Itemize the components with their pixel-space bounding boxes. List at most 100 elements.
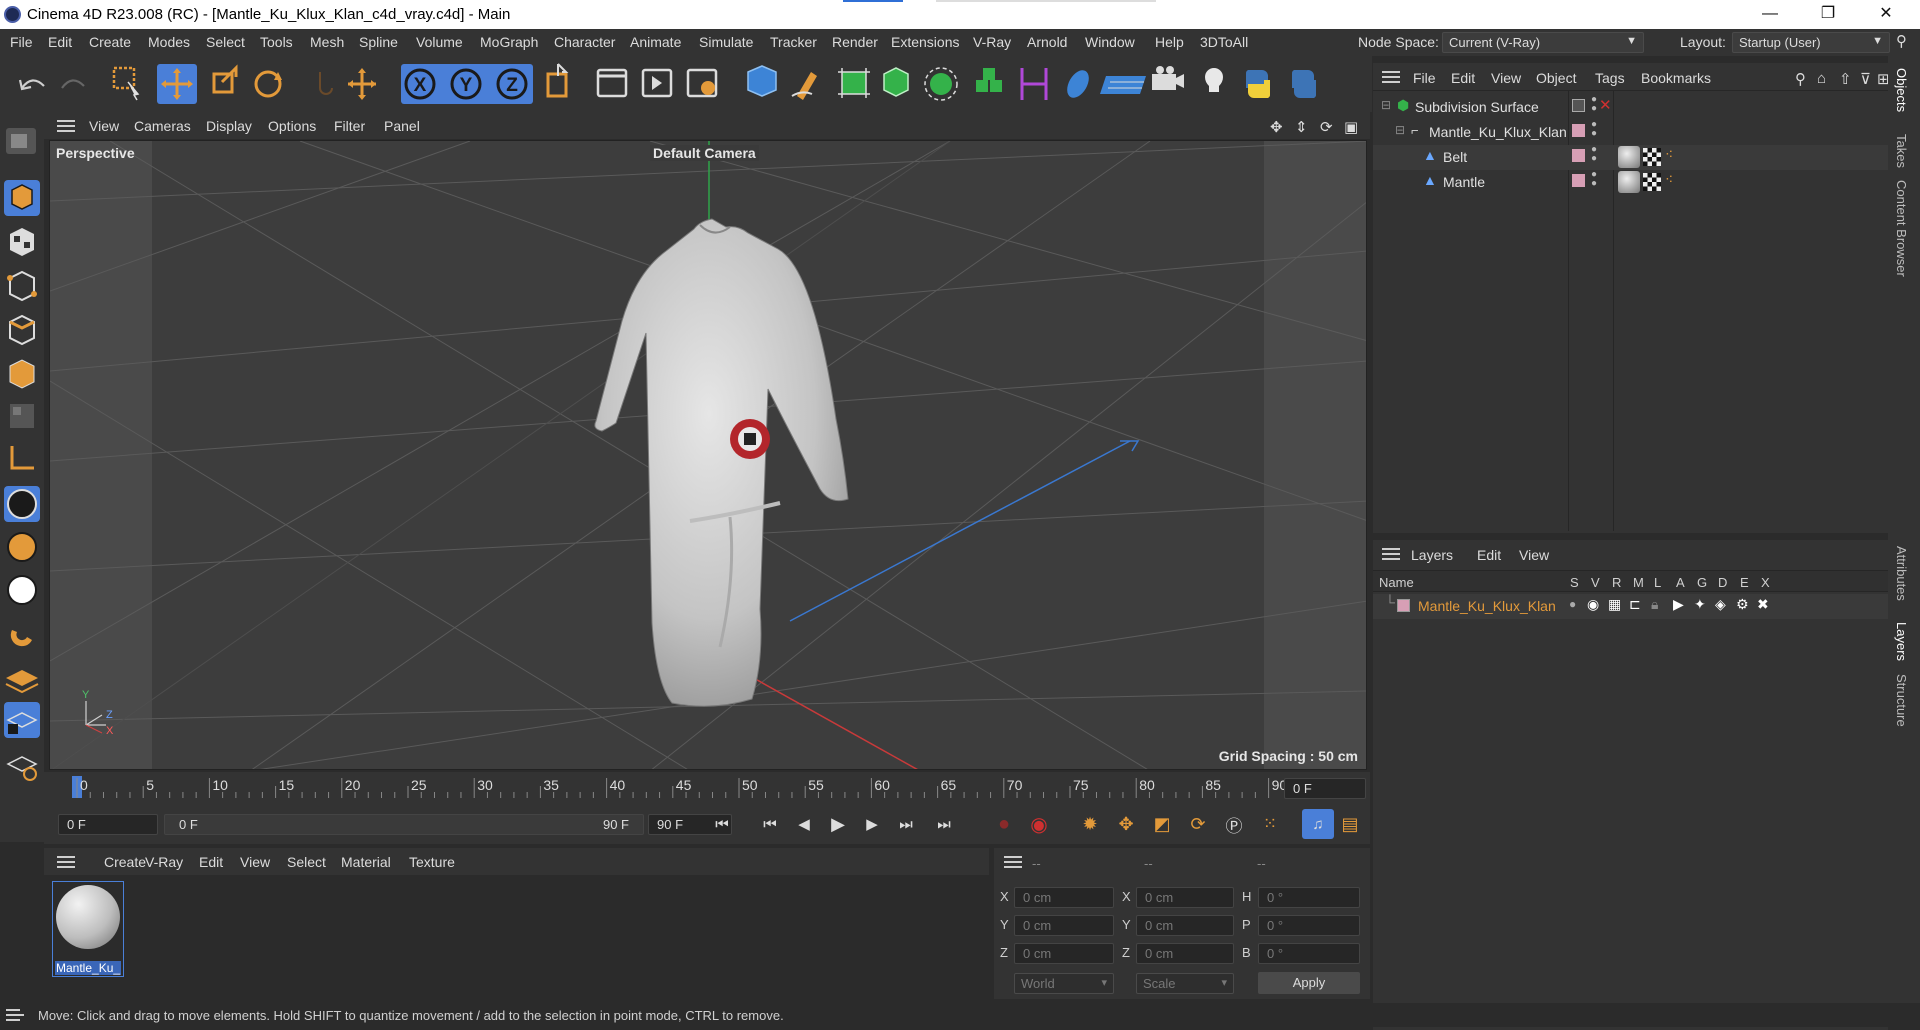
x-axis-lock-button[interactable] [401,65,439,103]
layers-menu-layers[interactable]: Layers [1411,547,1453,563]
size-x-field[interactable]: 0 cm [1136,887,1234,908]
transform-button[interactable] [343,65,381,103]
cube-object-button[interactable] [743,65,781,103]
pen-spline-button[interactable] [788,65,826,103]
menu-character[interactable]: Character [554,34,615,50]
cloner-button[interactable] [968,65,1006,103]
record-icon[interactable]: ● [992,812,1016,836]
apply-button[interactable]: Apply [1258,972,1360,994]
collapse-icon[interactable]: ⊟ [1395,123,1405,137]
menu-file[interactable]: File [10,34,33,50]
parameter-key-icon[interactable]: Ⓟ [1222,812,1246,836]
layers-menu-edit[interactable]: Edit [1477,547,1501,563]
y-axis-lock-button[interactable] [447,65,485,103]
objects-menu-view[interactable]: View [1491,70,1521,86]
selection-tag-icon[interactable]: ⁖ [1665,146,1673,163]
viewport-menu-cameras[interactable]: Cameras [134,118,191,134]
dolly-icon[interactable]: ⇕ [1295,118,1308,136]
filter-icon[interactable]: ⊽ [1860,70,1871,88]
menu-render[interactable]: Render [832,34,878,50]
model-mode-button[interactable] [4,180,40,216]
generator-icon[interactable]: ✦ [1694,596,1706,613]
layer-color-swatch[interactable] [1397,599,1410,612]
material-item[interactable]: Mantle_Ku_ [52,881,124,977]
visibility-dots-icon[interactable]: ● ● [1591,95,1597,114]
perspective-viewport[interactable]: Perspective Default Camera Grid Spacing … [49,140,1367,770]
frame-range-slider[interactable]: 0 F 90 F [164,814,644,835]
status-hamburger-icon[interactable] [6,1009,24,1021]
menu-tracker[interactable]: Tracker [770,34,817,50]
material-menu-create[interactable]: Create [104,854,146,870]
objects-menu-object[interactable]: Object [1536,70,1576,86]
locked-workplane-button[interactable] [4,702,40,738]
pan-icon[interactable]: ✥ [1270,118,1283,136]
menu-animate[interactable]: Animate [630,34,681,50]
soft-selection-2-button[interactable] [4,529,40,565]
scale-key-icon[interactable]: ◩ [1150,812,1174,836]
viewport-hamburger-icon[interactable] [57,120,75,132]
viewport-camera-name[interactable]: Default Camera [650,145,759,161]
timeline-icon[interactable]: ▤ [1338,812,1362,836]
light-button[interactable] [1197,65,1235,103]
extrude-generator-button[interactable] [877,65,915,103]
layers-hamburger-icon[interactable] [1382,548,1400,560]
viewport-solo-button[interactable] [4,124,40,160]
rotation-h-field[interactable]: 0 ° [1258,887,1360,908]
current-frame-field[interactable]: 0 F [1284,778,1366,799]
objects-menu-tags[interactable]: Tags [1595,70,1625,86]
layer-name[interactable]: Mantle_Ku_Klux_Klan [1418,598,1556,614]
minimize-button[interactable]: — [1748,2,1792,26]
manager-hierarchy-icon[interactable]: ⊏ [1629,596,1641,613]
objects-hamburger-icon[interactable] [1382,71,1400,83]
rotation-p-field[interactable]: 0 ° [1258,915,1360,936]
coord-system-select[interactable]: World ▾ [1014,973,1114,994]
snap-magnet-button[interactable] [4,615,40,651]
menu-mesh[interactable]: Mesh [310,34,344,50]
go-to-start-icon[interactable]: ⏮ [710,812,734,836]
coord-hamburger-icon[interactable] [1004,856,1022,868]
viewport-menu-panel[interactable]: Panel [384,118,420,134]
menu-simulate[interactable]: Simulate [699,34,753,50]
menu-create[interactable]: Create [89,34,131,50]
collapse-icon[interactable]: ⊟ [1381,98,1391,112]
position-z-field[interactable]: 0 cm [1014,943,1114,964]
keyframe-selection-icon[interactable]: ✹ [1078,812,1102,836]
search-icon[interactable]: ⚲ [1795,70,1806,88]
viewport-menu-filter[interactable]: Filter [334,118,365,134]
position-y-field[interactable]: 0 cm [1014,915,1114,936]
search-icon[interactable]: ⚲ [1896,32,1907,50]
material-menu-vray[interactable]: V-Ray [145,854,183,870]
objects-menu-edit[interactable]: Edit [1451,70,1475,86]
texture-mode-button[interactable] [4,224,40,260]
home-icon[interactable]: ⌂ [1817,70,1826,87]
render-view-button[interactable] [593,65,631,103]
editor-toggle-icon[interactable] [1572,99,1585,112]
edges-mode-button[interactable] [4,312,40,348]
points-mode-button[interactable] [4,268,40,304]
deformer-button[interactable] [1015,65,1053,103]
soft-selection-3-button[interactable] [4,572,40,608]
close-button[interactable]: ✕ [1864,2,1908,26]
orbit-icon[interactable]: ⟳ [1320,118,1333,136]
menu-tools[interactable]: Tools [260,34,293,50]
objects-menu-bookmarks[interactable]: Bookmarks [1641,70,1711,86]
up-icon[interactable]: ⇧ [1839,70,1852,88]
redo-button[interactable] [62,65,100,103]
objects-menu-file[interactable]: File [1413,70,1436,86]
material-hamburger-icon[interactable] [57,856,75,868]
rotation-key-icon[interactable]: ⟳ [1186,812,1210,836]
expression-icon[interactable]: ⚙ [1736,596,1749,613]
autokey-icon[interactable]: ◉ [1027,812,1051,836]
field-button[interactable] [1059,65,1097,103]
menu-help[interactable]: Help [1155,34,1184,50]
array-button[interactable] [922,65,960,103]
object-row-belt[interactable]: ▲ Belt ● ● ⁖ [1373,145,1888,170]
layer-color-swatch[interactable] [1572,174,1585,187]
menu-edit[interactable]: Edit [48,34,72,50]
scale-button[interactable] [205,65,243,103]
render-clapper-icon[interactable]: ▦ [1608,596,1621,613]
material-menu-material[interactable]: Material [341,854,391,870]
next-frame-icon[interactable]: ▶ [860,812,884,836]
python-script-button[interactable] [1239,65,1277,103]
tab-objects[interactable]: Objects [1894,68,1909,112]
